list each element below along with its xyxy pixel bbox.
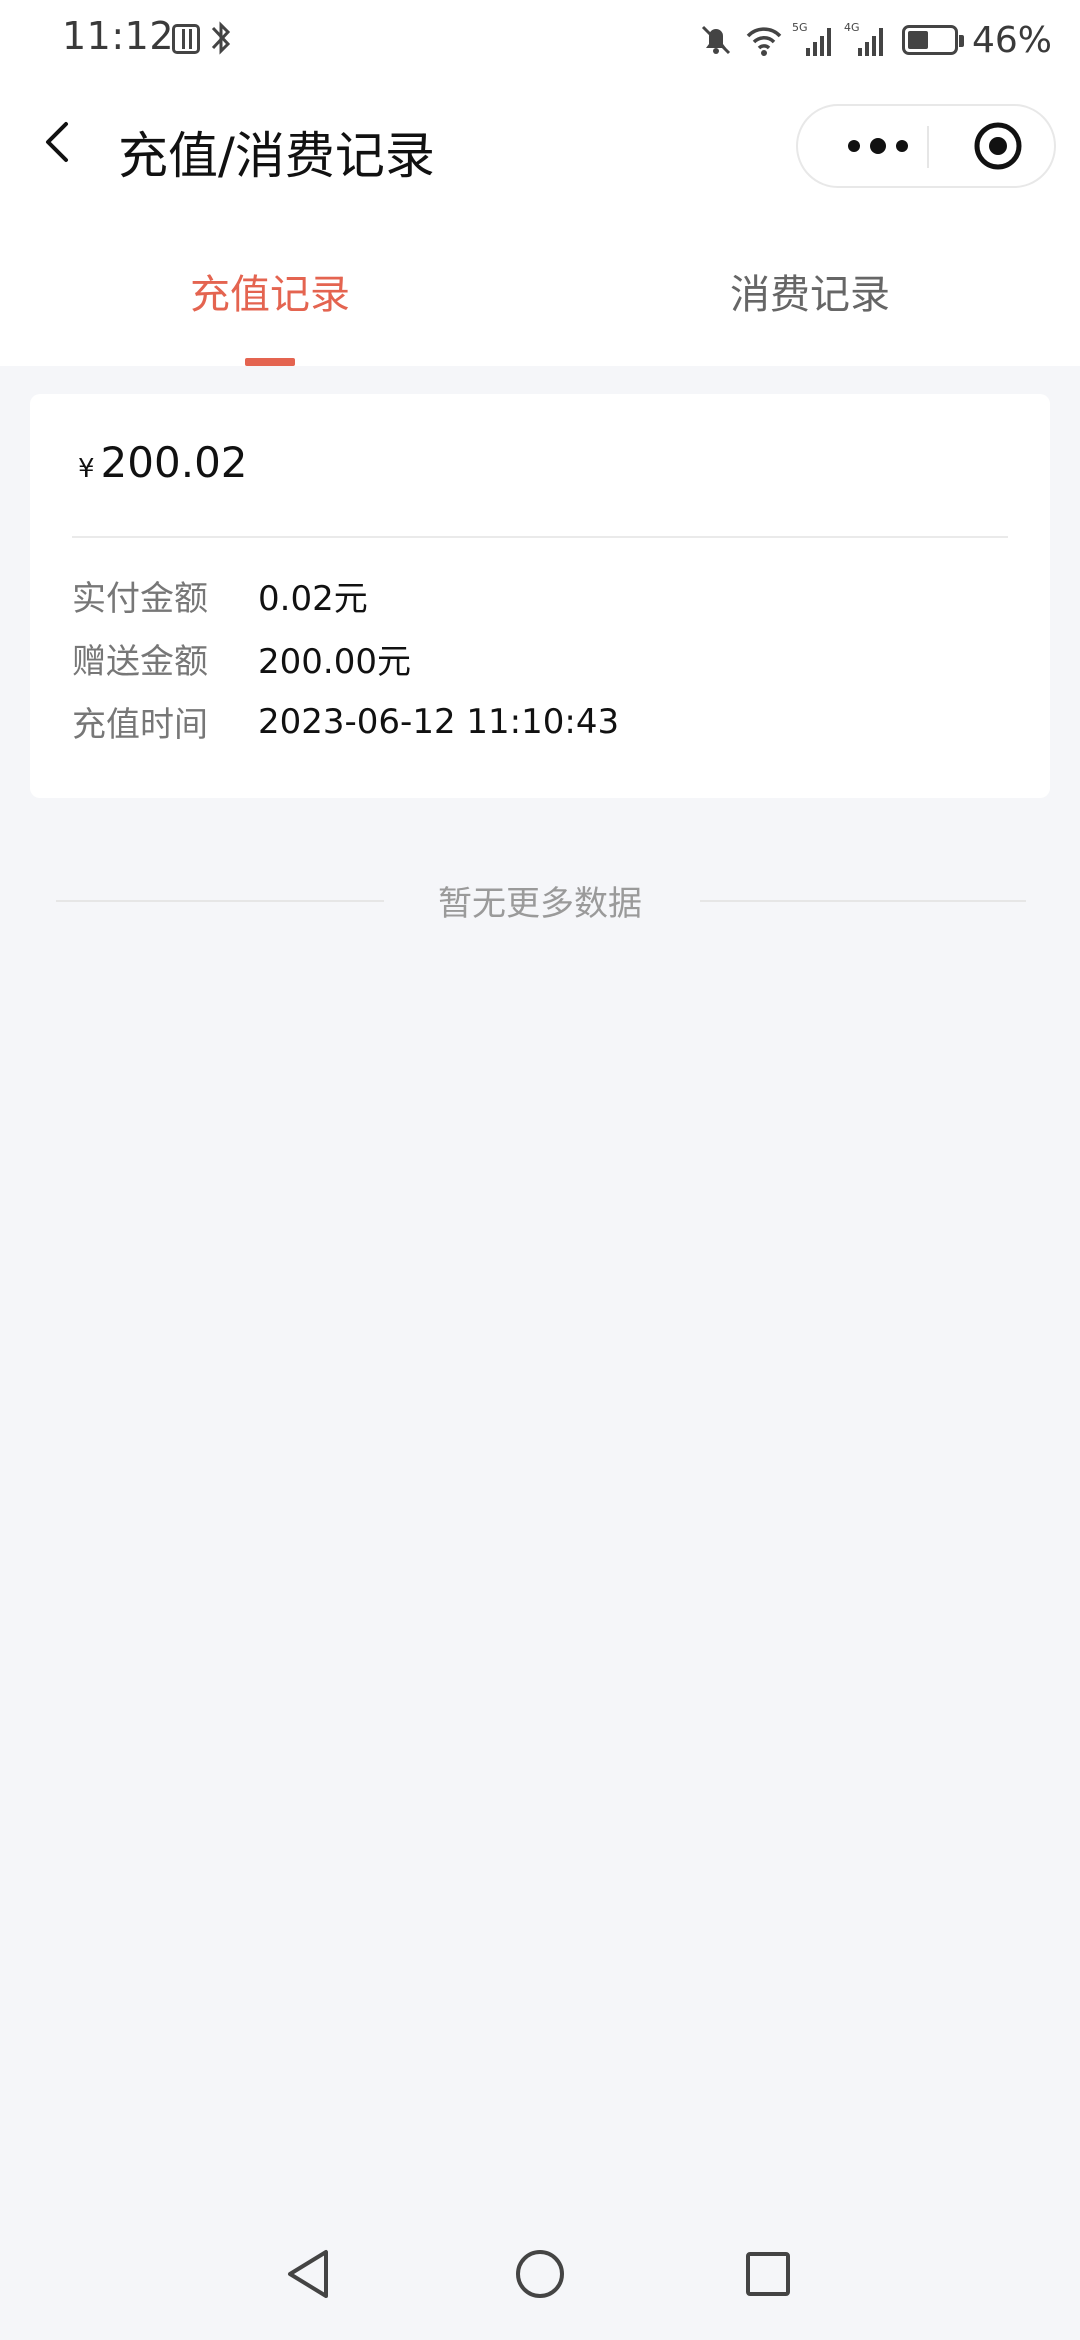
detail-label: 赠送金额 bbox=[72, 642, 208, 682]
battery-fill bbox=[907, 31, 928, 49]
chevron-left-icon[interactable] bbox=[30, 112, 90, 172]
detail-row-time: 充值时间 2023-06-12 11:10:43 bbox=[72, 690, 619, 753]
recents-square-icon[interactable] bbox=[728, 2234, 808, 2314]
amount-value: 200.02 bbox=[100, 438, 248, 487]
nfc-icon bbox=[172, 24, 200, 54]
status-time: 11:12 bbox=[62, 14, 175, 58]
network-label-5g: 5G bbox=[792, 21, 808, 34]
capsule-divider bbox=[927, 126, 929, 168]
battery-icon bbox=[901, 25, 964, 55]
no-more-data: 暂无更多数据 bbox=[0, 870, 1080, 930]
record-details: 实付金额 0.02元 赠送金额 200.00元 充值时间 2023-06-12 … bbox=[72, 564, 619, 753]
status-bar: 11:12 5G 4G 46% bbox=[0, 0, 1080, 82]
page-title: 充值/消费记录 bbox=[118, 127, 435, 185]
wifi-icon bbox=[746, 27, 782, 56]
more-dots-icon[interactable] bbox=[828, 106, 928, 186]
back-triangle-icon[interactable] bbox=[270, 2234, 350, 2314]
detail-row-bonus: 赠送金额 200.00元 bbox=[72, 627, 619, 690]
home-circle-icon[interactable] bbox=[500, 2234, 580, 2314]
bluetooth-icon bbox=[211, 21, 231, 55]
network-label-4g: 4G bbox=[844, 21, 860, 34]
detail-value: 2023-06-12 11:10:43 bbox=[258, 701, 620, 742]
tab-consumption-records[interactable]: 消费记录 bbox=[540, 242, 1080, 366]
signal-icon: 5G bbox=[792, 21, 831, 56]
detail-row-paid: 实付金额 0.02元 bbox=[72, 564, 619, 627]
detail-value: 200.00元 bbox=[258, 642, 411, 682]
detail-value: 0.02元 bbox=[258, 579, 368, 619]
mini-program-capsule bbox=[796, 104, 1056, 188]
nav-bar: 充值/消费记录 bbox=[0, 82, 1080, 212]
active-tab-indicator bbox=[245, 358, 295, 366]
tab-recharge-records[interactable]: 充值记录 bbox=[0, 242, 540, 366]
signal-icon: 4G bbox=[844, 21, 883, 56]
currency-symbol: ¥ bbox=[78, 454, 95, 484]
close-target-icon[interactable] bbox=[958, 106, 1038, 186]
detail-label: 实付金额 bbox=[72, 579, 208, 619]
battery-percent: 46% bbox=[971, 19, 1052, 61]
record-tabs: 充值记录 消费记录 bbox=[0, 242, 1080, 366]
divider-right bbox=[700, 900, 1026, 902]
system-nav-bar bbox=[0, 2226, 1080, 2340]
recharge-amount: ¥ 200.02 bbox=[78, 438, 248, 487]
detail-label: 充值时间 bbox=[72, 705, 208, 745]
recharge-record-card: ¥ 200.02 实付金额 0.02元 赠送金额 200.00元 充值时间 20… bbox=[30, 394, 1050, 798]
muted-bell-icon bbox=[701, 25, 731, 55]
card-divider bbox=[72, 536, 1008, 538]
